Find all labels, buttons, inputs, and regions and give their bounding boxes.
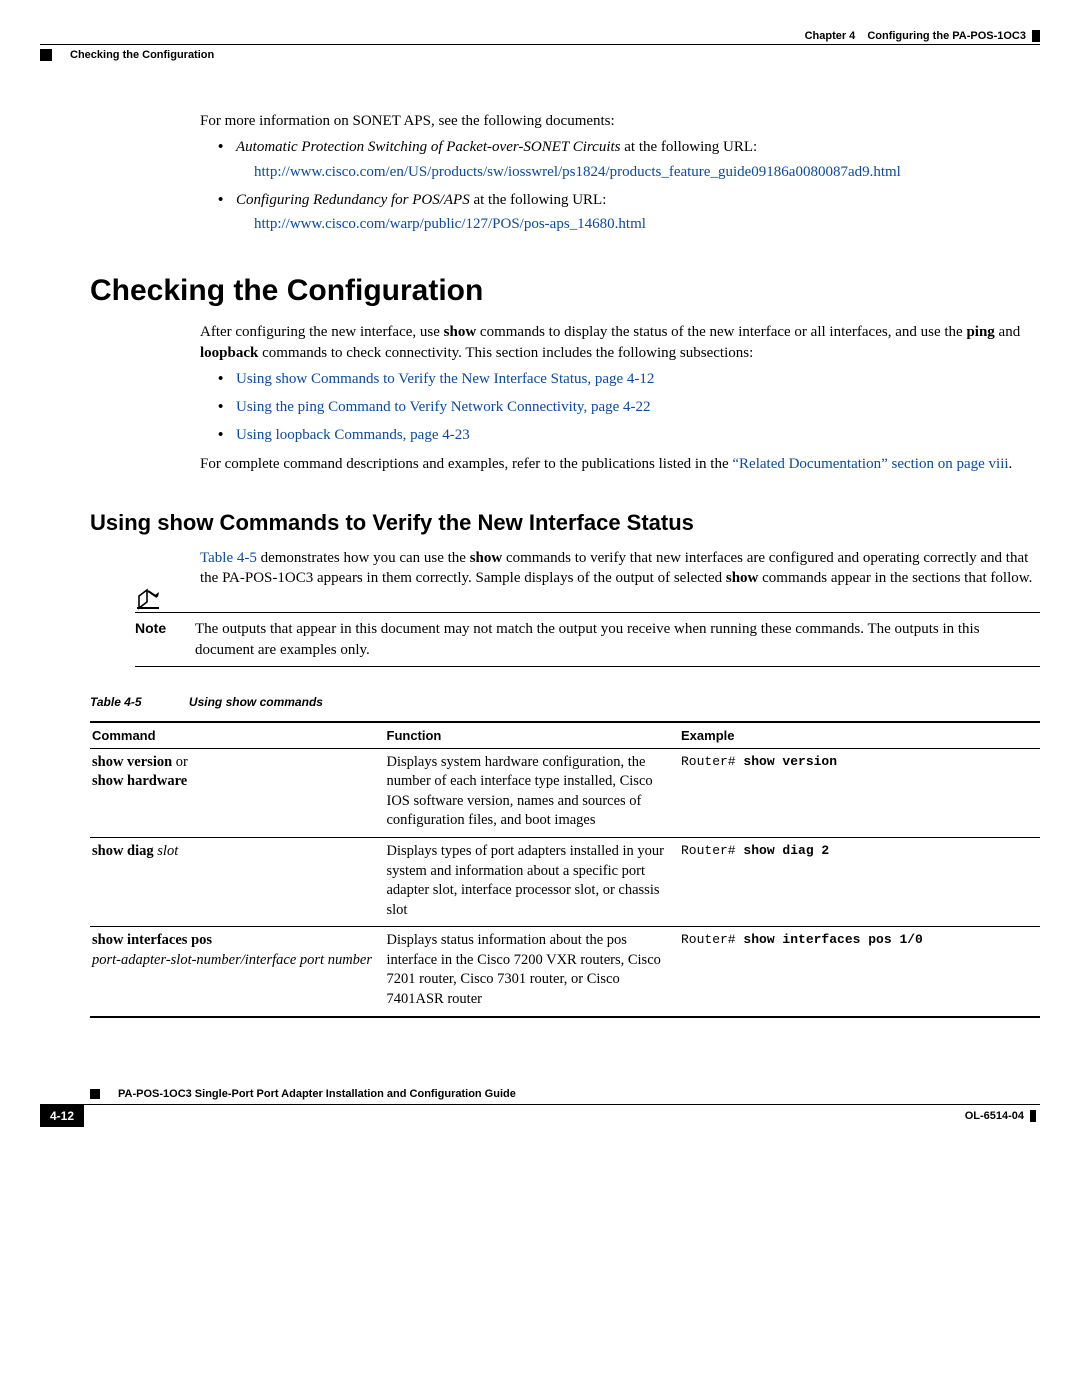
chapter-label: Chapter 4: [805, 30, 856, 42]
intro-paragraph: For more information on SONET APS, see t…: [200, 111, 1040, 131]
th-example: Example: [679, 722, 1040, 749]
table-row: show diag slot Displays types of port ad…: [90, 838, 1040, 927]
header-bullet-square: [40, 49, 52, 61]
table-row: show version or show hardware Displays s…: [90, 748, 1040, 837]
heading-checking-configuration: Checking the Configuration: [90, 274, 1040, 308]
intro-bullet-1-title: Automatic Protection Switching of Packet…: [236, 139, 621, 155]
footer-doc-id: OL-6514-04: [965, 1110, 1024, 1122]
show-commands-table: Command Function Example show version or…: [90, 721, 1040, 1018]
checking-link-2-item: Using the ping Command to Verify Network…: [218, 397, 1040, 417]
footer-bullet-square: [90, 1089, 100, 1099]
th-function: Function: [385, 722, 680, 749]
checking-para2: For complete command descriptions and ex…: [200, 454, 1040, 474]
table-caption: Table 4-5 Using show commands: [90, 695, 1040, 709]
header-rule-end: [1032, 30, 1040, 42]
header-sub: Checking the Configuration: [40, 44, 1040, 61]
heading-using-show-commands: Using show Commands to Verify the New In…: [90, 510, 1040, 536]
h2-body-paragraph: Table 4-5 demonstrates how you can use t…: [200, 548, 1040, 589]
note-text: The outputs that appear in this document…: [195, 619, 1040, 660]
footer: PA-POS-1OC3 Single-Port Port Adapter Ins…: [40, 1088, 1040, 1127]
table-caption-number: Table 4-5: [90, 695, 142, 709]
table-row: show interfaces pos port-adapter-slot-nu…: [90, 927, 1040, 1017]
checking-link-1-item: Using show Commands to Verify the New In…: [218, 369, 1040, 389]
th-command: Command: [90, 722, 385, 749]
related-docs-link[interactable]: “Related Documentation” section on page …: [732, 456, 1008, 472]
footer-guide-title: PA-POS-1OC3 Single-Port Port Adapter Ins…: [118, 1088, 516, 1100]
note-icon: [135, 588, 161, 610]
intro-bullet-2-title: Configuring Redundancy for POS/APS: [236, 192, 470, 208]
checking-link-3[interactable]: Using loopback Commands, page 4-23: [236, 427, 470, 443]
checking-link-2[interactable]: Using the ping Command to Verify Network…: [236, 399, 651, 415]
table-reference-link[interactable]: Table 4-5: [200, 550, 257, 566]
header-section-title: Checking the Configuration: [70, 49, 214, 61]
intro-bullet-2-url[interactable]: http://www.cisco.com/warp/public/127/POS…: [254, 216, 646, 232]
intro-bullet-2: Configuring Redundancy for POS/APS at th…: [218, 190, 1040, 235]
note-block: Note The outputs that appear in this doc…: [135, 612, 1040, 667]
page-number-badge: 4-12: [40, 1105, 84, 1127]
chapter-title: Configuring the PA-POS-1OC3: [867, 30, 1026, 42]
intro-bullet-1-tail: at the following URL:: [621, 139, 758, 155]
intro-bullet-2-tail: at the following URL:: [470, 192, 607, 208]
note-label: Note: [135, 619, 166, 638]
intro-bullet-1: Automatic Protection Switching of Packet…: [218, 137, 1040, 182]
intro-bullet-1-url[interactable]: http://www.cisco.com/en/US/products/sw/i…: [254, 164, 901, 180]
header-top: Chapter 4 Configuring the PA-POS-1OC3: [40, 30, 1040, 44]
footer-rule-end: [1030, 1110, 1036, 1122]
checking-link-3-item: Using loopback Commands, page 4-23: [218, 425, 1040, 445]
checking-link-1[interactable]: Using show Commands to Verify the New In…: [236, 371, 654, 387]
table-caption-text: Using show commands: [189, 695, 323, 709]
checking-paragraph: After configuring the new interface, use…: [200, 322, 1040, 363]
